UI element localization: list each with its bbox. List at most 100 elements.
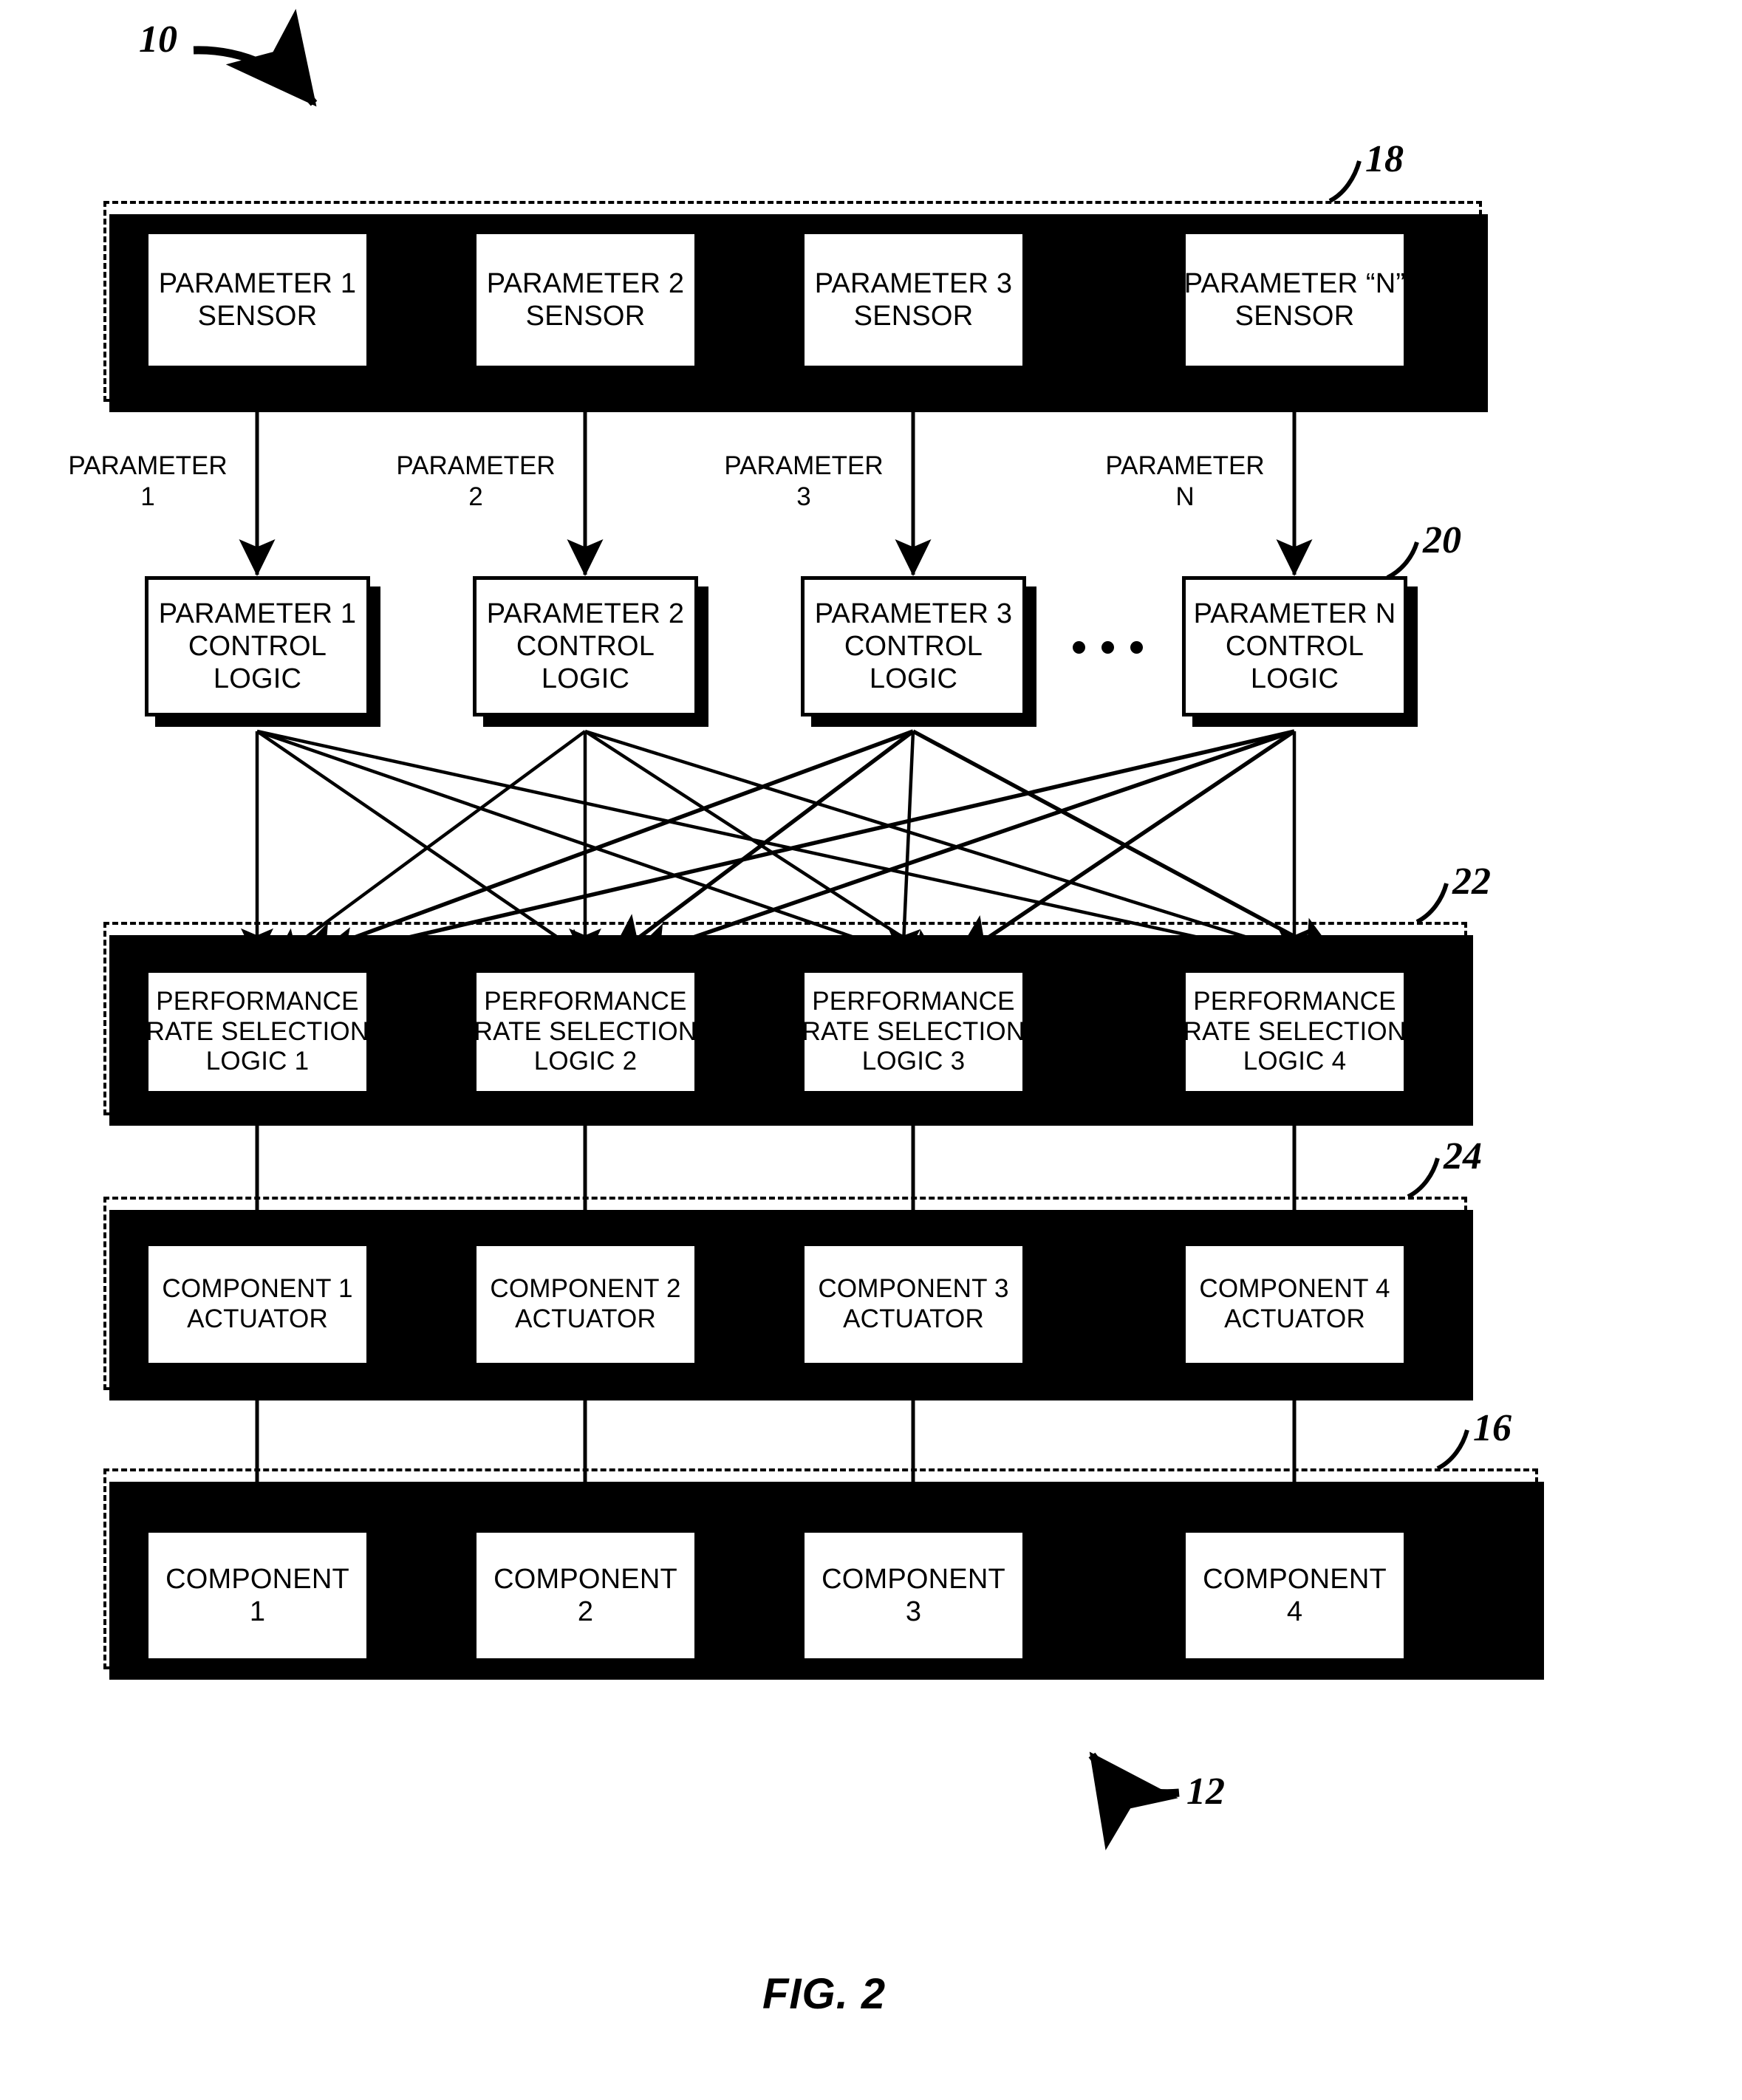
sensor-node-3-line1: PARAMETER 3 [814,267,1013,299]
control-logic-node-2-line3: LOGIC [541,663,630,695]
actuator-node-2-line2: ACTUATOR [515,1304,656,1333]
control-logic-node-3-line3: LOGIC [869,663,958,695]
sensor-node-1-line2: SENSOR [197,301,318,332]
signal-label-3-line1: PARAMETER [724,451,884,480]
component-node-4[interactable]: COMPONENT 4 [1182,1529,1407,1662]
sensor-node-2-line2: SENSOR [525,301,646,332]
ellipsis-dot [1130,641,1143,654]
ellipsis-dot [1101,641,1114,654]
component-node-1-line1: COMPONENT [165,1563,349,1595]
rate-selection-row-ellipsis [1073,1027,1143,1039]
control-logic-node-n-line1: PARAMETER N [1193,598,1396,629]
signal-label-parameter-2: PARAMETER 2 [381,451,570,513]
signal-label-parameter-n: PARAMETER N [1090,451,1280,513]
actuator-node-4-line2: ACTUATOR [1224,1304,1365,1333]
control-logic-node-1-line2: CONTROL [188,630,327,662]
control-logic-node-3-line2: CONTROL [844,630,983,662]
signal-label-parameter-3: PARAMETER 3 [709,451,898,513]
sensor-node-3[interactable]: PARAMETER 3 SENSOR [801,230,1026,369]
rate-selection-node-4-line3: LOGIC 4 [1243,1047,1347,1076]
rate-selection-node-3-line2: RATE SELECTION [802,1016,1025,1046]
sensor-node-3-line2: SENSOR [853,301,974,332]
control-logic-node-2-line1: PARAMETER 2 [486,598,685,629]
actuator-node-1[interactable]: COMPONENT 1 ACTUATOR [145,1242,370,1367]
sensor-node-1-line1: PARAMETER 1 [158,267,357,299]
ellipsis-dot [1073,641,1085,654]
actuator-node-1-line1: COMPONENT 1 [162,1274,353,1304]
control-logic-node-1[interactable]: PARAMETER 1 CONTROL LOGIC [145,576,370,716]
leader-24 [1407,1157,1440,1199]
ellipsis-dot [1073,1027,1085,1039]
sensor-node-2-line1: PARAMETER 2 [486,267,685,299]
ref-numeral-10: 10 [139,18,177,61]
component-node-3-line2: 3 [905,1596,922,1627]
control-logic-node-1-line1: PARAMETER 1 [158,598,357,629]
actuator-node-1-line2: ACTUATOR [187,1304,328,1333]
ref-numeral-24: 24 [1444,1135,1482,1177]
actuator-node-3[interactable]: COMPONENT 3 ACTUATOR [801,1242,1026,1367]
rate-selection-node-4[interactable]: PERFORMANCE RATE SELECTION LOGIC 4 [1182,969,1407,1095]
control-logic-node-1-line3: LOGIC [213,663,302,695]
ellipsis-dot [1101,291,1114,304]
rate-selection-node-2-line1: PERFORMANCE [484,987,687,1016]
actuator-node-2-line1: COMPONENT 2 [490,1274,681,1304]
signal-label-1-line1: PARAMETER [68,451,228,480]
component-row-ellipsis [1446,1590,1517,1602]
actuator-node-4[interactable]: COMPONENT 4 ACTUATOR [1182,1242,1407,1367]
ref-numeral-18: 18 [1365,138,1404,180]
actuator-node-4-line1: COMPONENT 4 [1199,1274,1390,1304]
control-logic-node-2[interactable]: PARAMETER 2 CONTROL LOGIC [473,576,698,716]
actuator-node-3-line2: ACTUATOR [843,1304,984,1333]
rate-selection-node-1-line1: PERFORMANCE [156,987,359,1016]
leader-16 [1436,1429,1469,1471]
ellipsis-dot [1073,291,1085,304]
rate-selection-node-3-line1: PERFORMANCE [812,987,1015,1016]
control-logic-node-2-line2: CONTROL [516,630,655,662]
rate-selection-node-3[interactable]: PERFORMANCE RATE SELECTION LOGIC 3 [801,969,1026,1095]
sensor-node-1[interactable]: PARAMETER 1 SENSOR [145,230,370,369]
rate-selection-node-1[interactable]: PERFORMANCE RATE SELECTION LOGIC 1 [145,969,370,1095]
component-node-3-line1: COMPONENT [822,1563,1005,1595]
component-node-2-line1: COMPONENT [493,1563,677,1595]
ellipsis-dot [1446,1590,1459,1602]
component-node-2[interactable]: COMPONENT 2 [473,1529,698,1662]
component-node-3[interactable]: COMPONENT 3 [801,1529,1026,1662]
rate-selection-node-1-line2: RATE SELECTION [146,1016,369,1046]
control-logic-node-n-line3: LOGIC [1250,663,1339,695]
component-node-1-line2: 1 [249,1596,266,1627]
control-logic-node-3-line1: PARAMETER 3 [814,598,1013,629]
ellipsis-dot [1475,1590,1488,1602]
sensor-node-n[interactable]: PARAMETER “N” SENSOR [1182,230,1407,369]
ellipsis-dot [1130,291,1143,304]
leader-22 [1415,883,1449,924]
sensor-row-ellipsis [1073,291,1143,304]
sensor-node-2[interactable]: PARAMETER 2 SENSOR [473,230,698,369]
ref-numeral-22: 22 [1452,861,1491,903]
control-logic-node-3[interactable]: PARAMETER 3 CONTROL LOGIC [801,576,1026,716]
control-logic-node-n-line2: CONTROL [1225,630,1364,662]
signal-label-2-line1: PARAMETER [396,451,556,480]
signal-label-n-line2: N [1175,482,1195,511]
rate-selection-node-2-line3: LOGIC 2 [533,1047,638,1076]
ref-numeral-12: 12 [1186,1771,1225,1813]
leader-10 [193,8,318,107]
ellipsis-dot [1504,1590,1517,1602]
ref-numeral-20: 20 [1423,519,1461,561]
component-node-4-line2: 4 [1286,1596,1303,1627]
leader-12 [1088,1751,1180,1851]
rate-selection-node-2[interactable]: PERFORMANCE RATE SELECTION LOGIC 2 [473,969,698,1095]
component-node-4-line1: COMPONENT [1203,1563,1387,1595]
component-node-2-line2: 2 [577,1596,594,1627]
ellipsis-dot [1130,1027,1143,1039]
actuator-node-3-line1: COMPONENT 3 [818,1274,1009,1304]
component-node-1[interactable]: COMPONENT 1 [145,1529,370,1662]
signal-label-parameter-1: PARAMETER 1 [53,451,242,513]
rate-selection-node-3-line3: LOGIC 3 [861,1047,966,1076]
sensor-node-n-line2: SENSOR [1234,301,1355,332]
rate-selection-node-4-line2: RATE SELECTION [1183,1016,1407,1046]
actuator-node-2[interactable]: COMPONENT 2 ACTUATOR [473,1242,698,1367]
control-logic-node-n[interactable]: PARAMETER N CONTROL LOGIC [1182,576,1407,716]
figure-caption: FIG. 2 [762,1970,887,2018]
control-logic-row-ellipsis [1073,641,1143,654]
rate-selection-node-2-line2: RATE SELECTION [474,1016,697,1046]
